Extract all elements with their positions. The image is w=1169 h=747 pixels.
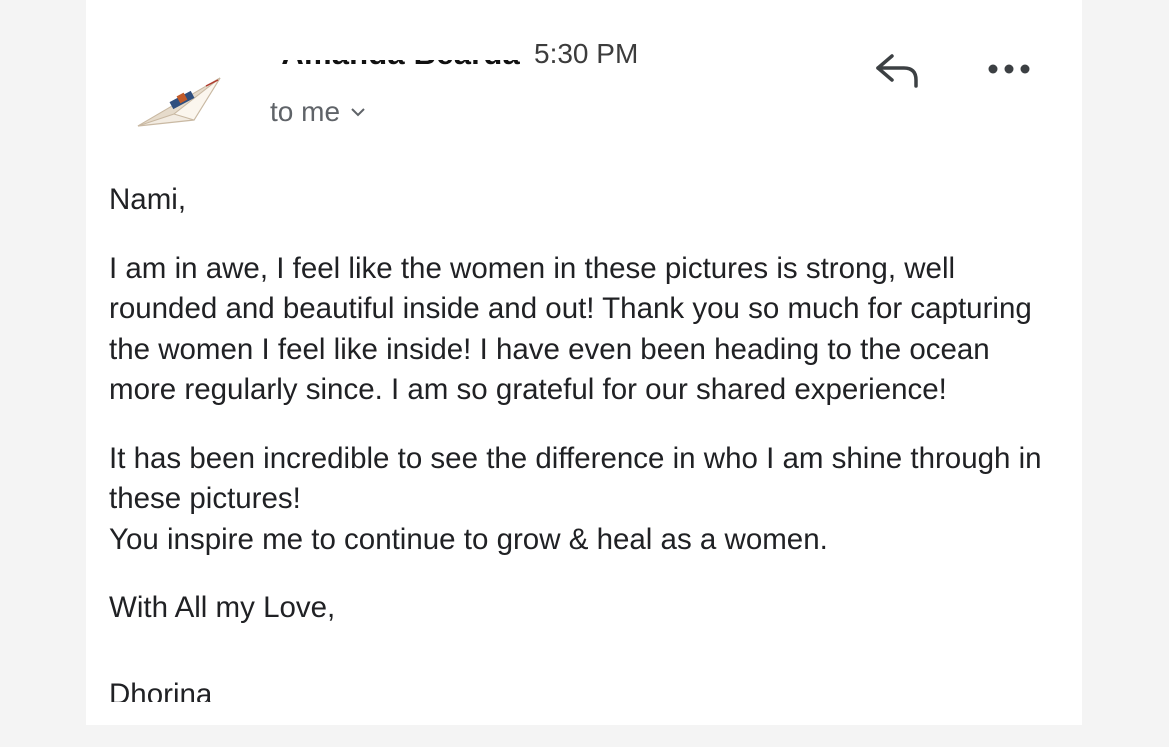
signature-text: Dhorina — [109, 678, 213, 702]
signature: Dhorina — [109, 678, 309, 702]
email-body: Nami, I am in awe, I feel like the women… — [109, 180, 1059, 629]
sender-name[interactable]: Amanda Bearda — [270, 34, 520, 78]
timestamp: 5:30 PM — [534, 38, 639, 69]
body-paragraph: You inspire me to continue to grow & hea… — [109, 522, 828, 556]
more-options-button[interactable] — [984, 56, 1034, 82]
signoff: With All my Love, — [109, 591, 336, 624]
recipient-label: to me — [270, 96, 341, 127]
sender-name-crop — [270, 34, 520, 60]
chevron-down-icon — [351, 108, 365, 117]
paper-airplane-icon[interactable] — [134, 74, 226, 130]
recipient-toggle[interactable]: to me — [270, 96, 366, 128]
reply-button[interactable] — [872, 48, 924, 92]
reply-icon — [876, 54, 918, 88]
greeting: Nami, — [109, 183, 187, 216]
more-options-icon — [988, 64, 1030, 74]
body-paragraph: It has been incredible to see the differ… — [109, 441, 1042, 516]
body-paragraph: I am in awe, I feel like the women in th… — [109, 251, 1032, 407]
email-card: Amanda Bearda 5:30 PM to me Nami, I am i… — [86, 0, 1082, 725]
